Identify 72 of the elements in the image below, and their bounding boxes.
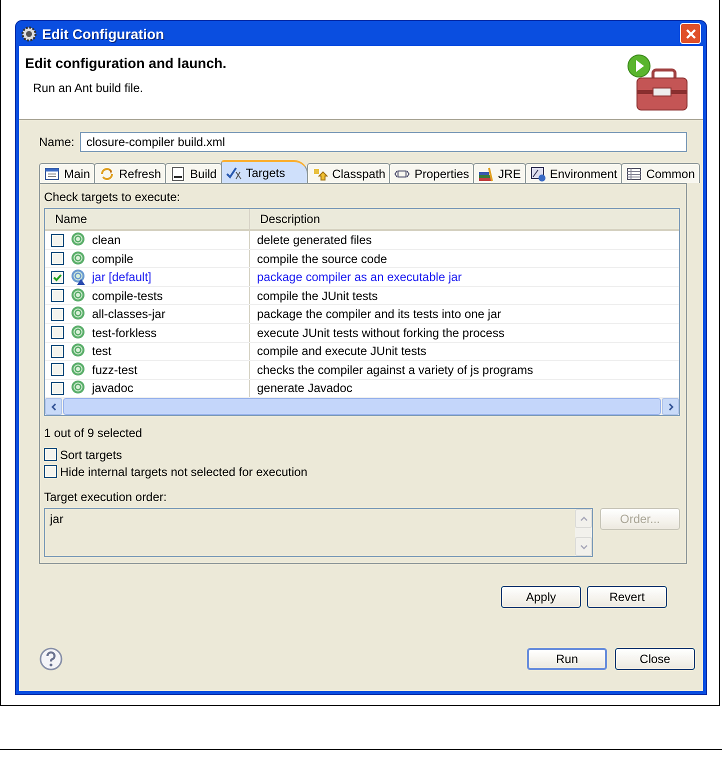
checkbox[interactable] [44,448,57,461]
chevron-down-icon [580,542,588,550]
target-description: checks the compiler against a variety of js programs [256,362,534,379]
target-name[interactable]: fuzz-test [92,362,138,377]
target-description: package the compiler and its tests into one jar [256,306,502,323]
panel-button[interactable]: Apply [501,586,581,608]
checkbox[interactable] [51,308,64,321]
order-item: jar [50,512,64,528]
tab-icon [626,166,642,182]
target-description: execute JUnit tests without forking the process [256,324,506,342]
gear-icon [21,26,37,42]
target-name[interactable]: javadoc [92,381,134,396]
name-label: Name: [39,135,74,149]
target-name[interactable]: test-forkless [92,326,157,340]
dialog-button[interactable]: Close [615,648,695,670]
tab-icon [170,166,186,182]
panel-button[interactable]: Revert [587,586,667,608]
option-label[interactable]: Hide internal targets not selected for execution [60,464,308,478]
target-description: delete generated files [256,232,373,249]
target-name[interactable]: all-classes-jar [92,307,166,322]
close-icon [684,28,696,40]
target-description: package compiler as an executable jar [256,269,463,286]
dialog-button[interactable]: Run [527,648,607,670]
checkbox[interactable] [51,326,64,340]
checkbox[interactable] [51,252,64,266]
close-button[interactable] [680,23,701,44]
scroll-right-button[interactable] [662,398,679,416]
tab[interactable]: Properties [389,163,474,183]
tab[interactable]: Classpath [307,163,390,183]
target-name[interactable]: clean [92,233,121,248]
selection-count: 1 out of 9 selected [44,426,144,440]
target-name[interactable]: compile-tests [92,288,163,303]
name-field[interactable]: closure-compiler build.xml [80,132,687,152]
column-header[interactable]: Name [45,209,250,230]
checkbox[interactable] [51,270,64,284]
target-name[interactable]: test [92,344,112,358]
tab[interactable]: Environment [524,163,622,183]
chevron-left-icon [50,402,58,411]
tab[interactable]: JRE [473,163,526,183]
tab-icon [99,166,116,182]
option-label[interactable]: Sort targets [60,448,122,462]
tab-icon [478,166,494,182]
tab[interactable]: Common [621,163,700,183]
window-title: Edit Configuration [42,26,166,42]
header-subtitle: Run an Ant build file. [33,81,144,95]
tab[interactable]: Targets [220,160,308,183]
target-description: generate Javadoc [256,380,354,398]
target-description: compile and execute JUnit tests [256,343,428,360]
checkbox[interactable] [51,234,64,247]
scroll-left-button[interactable] [45,398,62,416]
checkbox[interactable] [51,382,64,395]
chevron-right-icon [666,402,674,411]
chevron-up-icon [580,514,588,522]
help-icon[interactable] [39,647,63,671]
header-title: Edit configuration and launch. [25,55,226,71]
order-label: Target execution order: [44,490,168,504]
checkbox[interactable] [44,465,57,478]
target-name[interactable]: compile [92,252,134,266]
tab-icon [44,166,60,182]
tab[interactable]: Build [165,163,222,183]
targets-label: Check targets to execute: [44,190,182,204]
tab[interactable]: Main [39,163,96,183]
target-description: compile the source code [256,250,388,268]
target-description: compile the JUnit tests [256,288,379,304]
tab[interactable]: Refresh [94,163,166,183]
tab-icon [530,166,546,182]
tab-icon [226,164,242,180]
checkbox[interactable] [51,289,64,302]
column-header[interactable]: Description [250,209,679,230]
checkbox[interactable] [51,363,64,376]
target-name[interactable]: jar [default] [92,270,152,284]
checkbox[interactable] [51,344,64,358]
